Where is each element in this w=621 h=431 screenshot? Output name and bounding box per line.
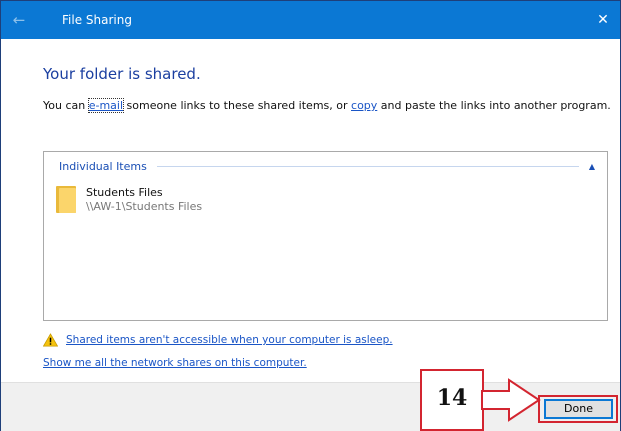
file-sharing-window: ← File Sharing ✕ Your folder is shared. … (0, 0, 621, 431)
network-shares-link[interactable]: Show me all the network shares on this c… (43, 357, 307, 369)
title-bar: ← File Sharing ✕ (1, 1, 620, 39)
item-path: \\AW-1\Students Files (86, 200, 203, 213)
warning-icon (43, 333, 58, 347)
step-number: 14 (436, 385, 468, 411)
description-middle: someone links to these shared items, or (123, 99, 352, 112)
group-header[interactable]: Individual Items ▲ (59, 159, 595, 173)
asleep-warning-link[interactable]: Shared items aren't accessible when your… (66, 334, 393, 346)
page-heading: Your folder is shared. (43, 65, 201, 83)
description: You can e-mail someone links to these sh… (43, 98, 611, 113)
pointer-arrow-icon (481, 378, 541, 422)
close-icon[interactable]: ✕ (594, 10, 612, 30)
shared-items-list: Individual Items ▲ Students Files \\AW-1… (43, 151, 608, 321)
folder-icon (56, 186, 76, 213)
description-suffix: and paste the links into another program… (377, 99, 611, 112)
item-name: Students Files (86, 186, 163, 199)
warning-row: Shared items aren't accessible when your… (43, 333, 393, 347)
chevron-up-icon[interactable]: ▲ (589, 162, 595, 171)
email-link[interactable]: e-mail (87, 98, 125, 113)
copy-link[interactable]: copy (351, 99, 377, 112)
done-button-highlight (538, 395, 618, 423)
step-annotation: 14 (420, 369, 484, 431)
group-divider (156, 165, 579, 167)
window-title: File Sharing (62, 13, 132, 27)
arrow-left-icon[interactable]: ← (11, 11, 27, 29)
list-item[interactable]: Students Files \\AW-1\Students Files (56, 186, 202, 222)
group-title: Individual Items (59, 159, 147, 173)
description-prefix: You can (43, 99, 89, 112)
